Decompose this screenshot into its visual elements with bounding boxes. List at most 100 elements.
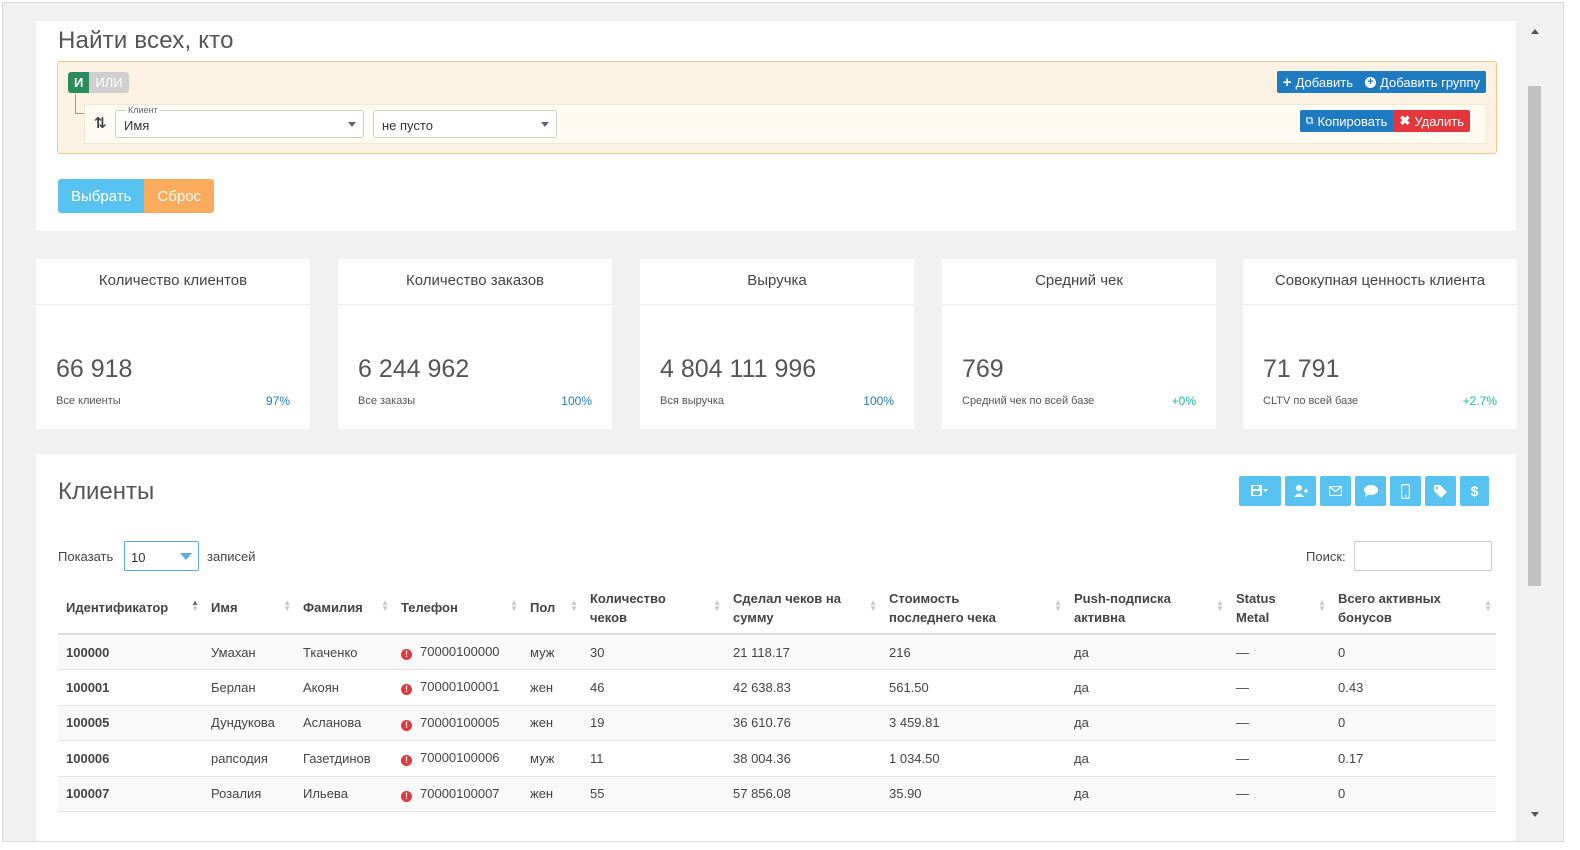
cell-phone: ! 70000100005 — [393, 705, 522, 741]
cell-phone: ! 70000100000 — [393, 634, 522, 670]
add-group-button[interactable]: + Добавить группу — [1359, 71, 1486, 93]
filter-title: Найти всех, кто — [58, 27, 234, 54]
cell-checks-count: 55 — [582, 776, 725, 812]
cell-checks-sum: 21 118.17 — [725, 634, 881, 670]
copy-rule-button[interactable]: ⧉ Копировать — [1299, 110, 1394, 132]
cell-last-check: 216 — [881, 634, 1066, 670]
cell-bonuses: 0.43 — [1330, 669, 1496, 706]
rule-actions: ⧉ Копировать ✖ Удалить — [1299, 110, 1470, 132]
drag-sort-icon[interactable]: ⇅ — [94, 114, 107, 132]
mobile-icon[interactable] — [1390, 476, 1421, 506]
page-length-value: 10 — [131, 550, 146, 565]
column-header-checks-sum[interactable]: Сделал чеков на сумму ▲ ▼ — [725, 582, 881, 635]
cell-gender: жен — [522, 669, 582, 706]
stat-value: 4 804 111 996 — [660, 355, 817, 383]
stat-card-revenue: Выручка 4 804 111 996 Вся выручка 100% — [640, 259, 914, 429]
chevron-down-icon — [348, 122, 356, 127]
operator-select-value: не пусто — [382, 118, 433, 133]
table-row[interactable]: 100005 Дундукова Асланова ! 70000100005 ж… — [58, 705, 1496, 741]
stat-card-clients: Количество клиентов 66 918 Все клиенты 9… — [36, 259, 310, 429]
add-rule-label: Добавить — [1295, 74, 1354, 90]
cell-id[interactable]: 100007 — [58, 776, 203, 812]
stat-subtitle: Все заказы — [358, 395, 416, 407]
vertical-scrollbar[interactable] — [1527, 23, 1545, 823]
cell-first-name: Умахан — [203, 634, 295, 670]
stat-percent: +0% — [1171, 394, 1196, 408]
cell-last-name: Акоян — [295, 669, 393, 706]
stat-subtitle: Средний чек по всей базе — [962, 395, 1095, 407]
delete-rule-button[interactable]: ✖ Удалить — [1393, 110, 1470, 132]
chat-icon[interactable] — [1355, 476, 1386, 506]
alert-icon: ! — [401, 755, 412, 767]
cell-last-name: Асланова — [295, 705, 393, 741]
cell-id[interactable]: 100000 — [58, 634, 203, 670]
logic-and-button[interactable]: И — [68, 72, 90, 93]
sort-icon: ▲ ▼ — [191, 598, 199, 613]
table-row[interactable]: 100001 Берлан Акоян ! 70000100001 жен 46 … — [58, 669, 1496, 706]
scrollbar-thumb[interactable] — [1528, 86, 1541, 586]
add-rule-button[interactable]: + Добавить — [1276, 71, 1360, 93]
show-label: Показать — [58, 549, 114, 564]
logic-or-button[interactable]: ИЛИ — [89, 72, 129, 93]
table-row[interactable]: 100007 Розалия Ильева ! 70000100007 жен 5… — [58, 776, 1496, 812]
copy-icon: ⧉ — [1305, 114, 1314, 127]
operator-select[interactable]: не пусто — [373, 110, 557, 138]
dollar-icon[interactable]: $ — [1460, 476, 1489, 506]
cell-id[interactable]: 100001 — [58, 669, 203, 706]
cell-last-check: 35.90 — [881, 776, 1066, 812]
cell-bonuses: 0 — [1330, 776, 1496, 812]
reset-button[interactable]: Сброс — [144, 179, 215, 213]
cell-push: да — [1066, 705, 1228, 741]
cell-bonuses: 0.17 — [1330, 740, 1496, 777]
cell-phone: ! 70000100001 — [393, 669, 522, 706]
alert-icon: ! — [401, 649, 412, 660]
sort-icon: ▲ ▼ — [381, 598, 389, 613]
logic-toggle: И ИЛИ — [68, 72, 129, 93]
cell-bonuses: 0 — [1330, 634, 1496, 670]
table-row[interactable]: 100006 рапсодия Газетдинов ! 70000100006 … — [58, 740, 1496, 777]
table-header-row: Идентификатор ▲ ▼ Имя ▲ ▼ Фамилия ▲ ▼ Телефон ▲… — [58, 582, 1496, 635]
cell-id[interactable]: 100006 — [58, 740, 203, 777]
stat-subtitle: Вся выручка — [660, 395, 724, 407]
page-length-select[interactable]: 10 — [124, 541, 199, 571]
sort-icon: ▲ ▼ — [1318, 598, 1326, 613]
search-input[interactable] — [1354, 541, 1492, 571]
select-button[interactable]: Выбрать — [58, 179, 145, 213]
cell-first-name: Берлан — [203, 669, 295, 706]
column-header-phone[interactable]: Телефон ▲ ▼ — [393, 582, 522, 635]
table-row[interactable]: 100000 Умахан Ткаченко ! 70000100000 муж … — [58, 634, 1496, 670]
column-header-checks-count[interactable]: Количество чеков ▲ ▼ — [582, 582, 725, 635]
column-header-bonuses[interactable]: Всего активных бонусов ▲ ▼ — [1330, 582, 1496, 635]
stat-subtitle: CLTV по всей базе — [1263, 395, 1359, 407]
column-header-push[interactable]: Push-подписка активна ▲ ▼ — [1066, 582, 1228, 635]
filter-panel: Найти всех, кто И ИЛИ + Добавить + Добав… — [36, 21, 1516, 231]
clients-panel: Клиенты $ Показать 10 записей Поиск: Иде… — [36, 454, 1516, 841]
chevron-down-icon — [541, 122, 549, 127]
add-user-icon[interactable] — [1285, 476, 1316, 506]
column-header-gender[interactable]: Пол ▲ ▼ — [522, 582, 582, 635]
sort-icon: ▲ ▼ — [283, 598, 291, 613]
cell-id[interactable]: 100005 — [58, 705, 203, 741]
alert-icon: ! — [401, 790, 412, 802]
envelope-icon[interactable] — [1320, 476, 1351, 506]
cell-checks-count: 46 — [582, 669, 725, 706]
cell-checks-sum: 36 610.76 — [725, 705, 881, 741]
cell-push: да — [1066, 669, 1228, 706]
stat-title: Средний чек — [942, 259, 1216, 305]
sort-icon: ▲ ▼ — [713, 598, 721, 613]
scroll-up-icon[interactable] — [1531, 29, 1539, 34]
scroll-down-icon[interactable] — [1531, 812, 1539, 817]
field-select[interactable]: Клиент Имя — [115, 105, 364, 138]
save-dropdown-icon[interactable] — [1239, 476, 1281, 506]
sort-icon: ▲ ▼ — [1216, 598, 1224, 613]
cell-status-metal: — — [1228, 634, 1330, 670]
sort-icon: ▲ ▼ — [1054, 598, 1062, 613]
column-header-last-check[interactable]: Стоимость последнего чека ▲ ▼ — [881, 582, 1066, 635]
column-header-last-name[interactable]: Фамилия ▲ ▼ — [295, 582, 393, 635]
column-header-first-name[interactable]: Имя ▲ ▼ — [203, 582, 295, 635]
column-header-id[interactable]: Идентификатор ▲ ▼ — [58, 582, 203, 635]
stat-card-cltv: Совокупная ценность клиента 71 791 CLTV … — [1243, 259, 1517, 429]
copy-rule-label: Копировать — [1317, 113, 1388, 129]
tag-icon[interactable] — [1425, 476, 1456, 506]
column-header-status-metal[interactable]: Status Metal ▲ ▼ — [1228, 582, 1330, 635]
